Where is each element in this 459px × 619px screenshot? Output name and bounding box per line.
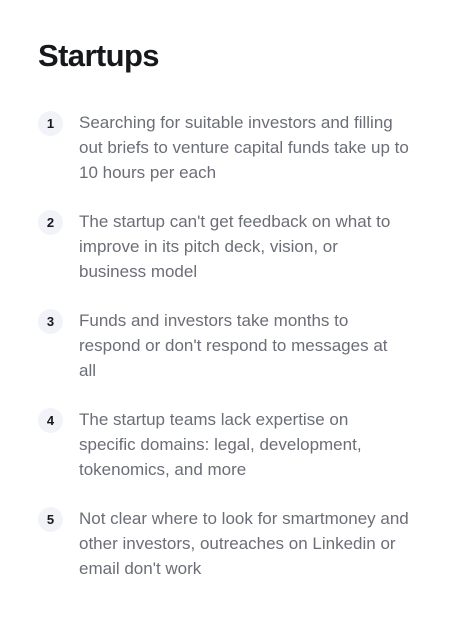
- problem-list: 1 Searching for suitable investors and f…: [38, 110, 418, 605]
- list-item: 3 Funds and investors take months to res…: [38, 308, 418, 407]
- section-title: Startups: [38, 38, 160, 73]
- problem-text: Not clear where to look for smartmoney a…: [79, 509, 409, 578]
- number-badge: 5: [38, 507, 63, 532]
- list-item: 2 The startup can't get feedback on what…: [38, 209, 418, 308]
- startups-card: Startups 1 Searching for suitable invest…: [0, 0, 459, 619]
- list-item: 5 Not clear where to look for smartmoney…: [38, 506, 418, 605]
- number-badge: 3: [38, 309, 63, 334]
- problem-text: Funds and investors take months to respo…: [79, 311, 388, 380]
- problem-text: Searching for suitable investors and fil…: [79, 113, 409, 182]
- number-badge: 1: [38, 111, 63, 136]
- problem-text: The startup teams lack expertise on spec…: [79, 410, 362, 479]
- number-badge: 4: [38, 408, 63, 433]
- problem-text: The startup can't get feedback on what t…: [79, 212, 391, 281]
- list-item: 1 Searching for suitable investors and f…: [38, 110, 418, 209]
- list-item: 4 The startup teams lack expertise on sp…: [38, 407, 418, 506]
- number-badge: 2: [38, 210, 63, 235]
